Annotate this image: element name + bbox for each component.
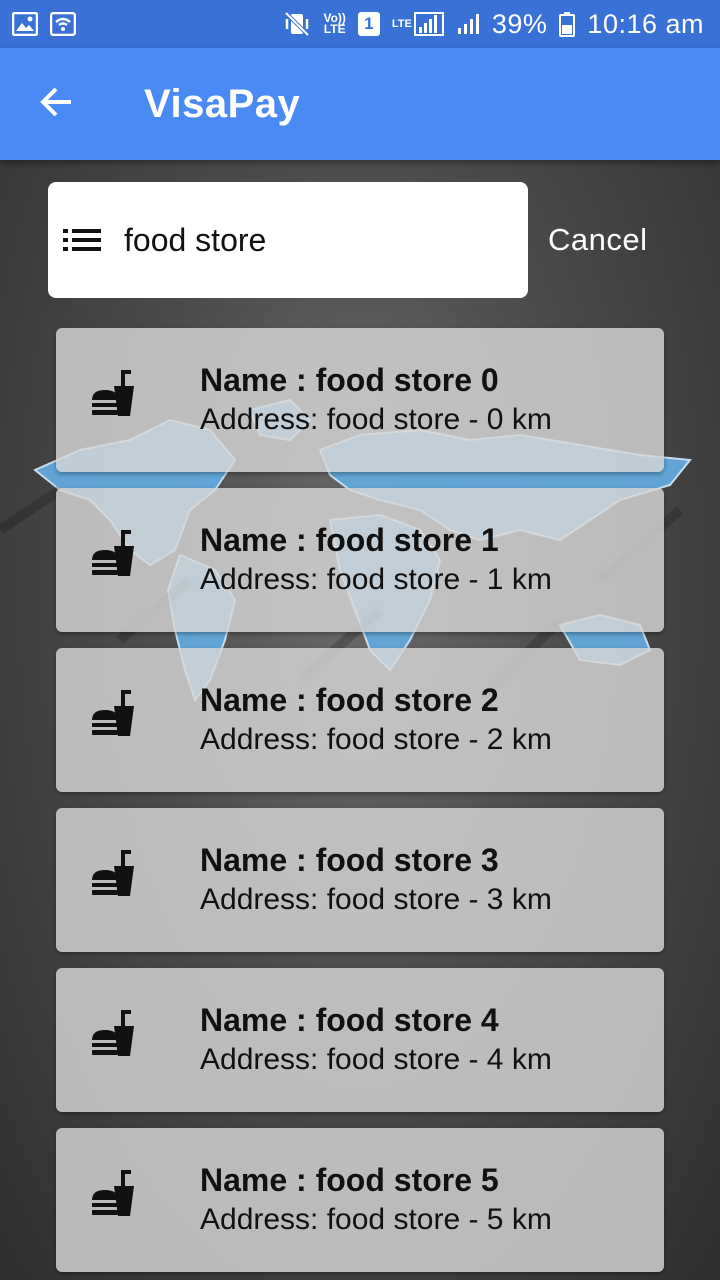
cancel-button[interactable]: Cancel	[548, 222, 648, 258]
list-menu-icon[interactable]	[62, 220, 102, 260]
list-item[interactable]: Name : food store 2 Address: food store …	[56, 648, 664, 792]
status-bar: Vo)) LTE 1 LTE 39% 10:16 am	[0, 0, 720, 48]
signal-bars-icon	[456, 12, 480, 36]
clock: 10:16 am	[587, 8, 704, 39]
wifi-icon	[50, 12, 76, 36]
fastfood-icon	[88, 366, 138, 418]
fastfood-icon	[88, 1166, 138, 1218]
store-address: Address: food store - 5 km	[200, 1203, 552, 1236]
sim-slot-badge: 1	[357, 12, 380, 36]
app-title: VisaPay	[144, 81, 301, 126]
fastfood-icon	[88, 846, 138, 898]
search-input[interactable]	[124, 221, 504, 259]
store-name: Name : food store 2	[200, 682, 499, 718]
arrow-back-icon	[38, 84, 74, 125]
search-box	[48, 182, 528, 298]
lte-signal-icon: LTE	[392, 11, 444, 37]
store-name: Name : food store 5	[200, 1162, 499, 1198]
store-name: Name : food store 1	[200, 522, 499, 558]
store-address: Address: food store - 3 km	[200, 883, 552, 916]
store-address: Address: food store - 1 km	[200, 563, 552, 596]
back-button[interactable]	[24, 72, 88, 136]
fastfood-icon	[88, 1006, 138, 1058]
app-bar: VisaPay	[0, 48, 720, 160]
volte-indicator: Vo)) LTE	[323, 11, 346, 36]
store-address: Address: food store - 2 km	[200, 723, 552, 756]
fastfood-icon	[88, 526, 138, 578]
list-item[interactable]: Name : food store 5 Address: food store …	[56, 1128, 664, 1272]
search-row: Cancel	[48, 182, 688, 298]
fastfood-icon	[88, 686, 138, 738]
store-name: Name : food store 0	[200, 362, 499, 398]
store-list: Name : food store 0 Address: food store …	[56, 328, 664, 1280]
list-item[interactable]: Name : food store 1 Address: food store …	[56, 488, 664, 632]
vibrate-mute-icon	[283, 11, 311, 37]
store-name: Name : food store 4	[200, 1002, 499, 1038]
gallery-icon	[12, 12, 38, 36]
store-address: Address: food store - 4 km	[200, 1043, 552, 1076]
list-item[interactable]: Name : food store 4 Address: food store …	[56, 968, 664, 1112]
list-item[interactable]: Name : food store 0 Address: food store …	[56, 328, 664, 472]
battery-icon	[559, 11, 576, 37]
list-item[interactable]: Name : food store 3 Address: food store …	[56, 808, 664, 952]
store-address: Address: food store - 0 km	[200, 403, 552, 436]
store-name: Name : food store 3	[200, 842, 499, 878]
battery-percent: 39%	[491, 8, 548, 39]
